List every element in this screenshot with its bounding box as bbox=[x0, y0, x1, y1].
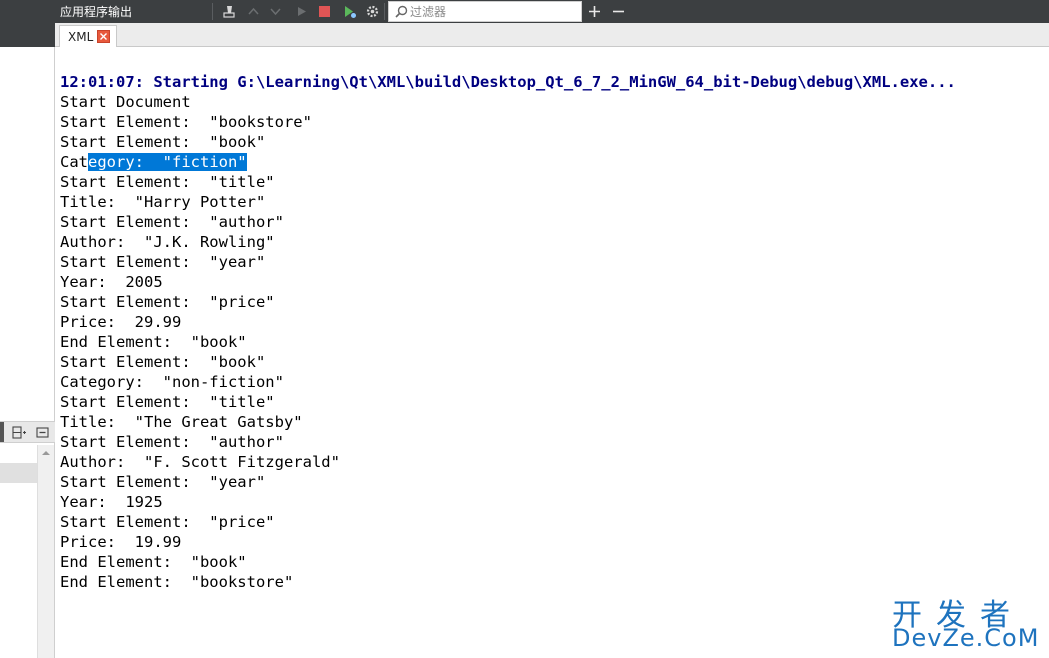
side-panel-toolbar bbox=[0, 421, 55, 443]
output-line: Category: "non-fiction" bbox=[60, 373, 284, 391]
output-line: End Element: "book" bbox=[60, 333, 247, 351]
side-panel-scrollbar[interactable] bbox=[37, 445, 54, 658]
output-toolbar: 应用程序输出 bbox=[0, 0, 1049, 23]
plus-icon[interactable] bbox=[585, 2, 604, 21]
close-icon[interactable] bbox=[97, 30, 111, 43]
output-line: Title: "Harry Potter" bbox=[60, 193, 266, 211]
close-panel-icon[interactable] bbox=[33, 423, 52, 442]
filter-field[interactable] bbox=[388, 1, 582, 22]
output-line: Price: 19.99 bbox=[60, 533, 182, 551]
side-panel-header bbox=[0, 23, 55, 47]
output-line: Category: "fiction" bbox=[60, 152, 956, 172]
stop-icon[interactable] bbox=[315, 2, 334, 21]
output-line: Start Element: "author" bbox=[60, 213, 284, 231]
output-lines: 12:01:07: Starting G:\Learning\Qt\XML\bu… bbox=[60, 72, 956, 592]
tab-xml[interactable]: XML bbox=[59, 25, 118, 47]
side-panel-edge bbox=[0, 422, 4, 442]
output-line: Price: 29.99 bbox=[60, 313, 182, 331]
output-line: Start Element: "year" bbox=[60, 473, 266, 491]
split-icon[interactable] bbox=[10, 423, 29, 442]
output-line: Start Element: "book" bbox=[60, 353, 266, 371]
output-line: Author: "J.K. Rowling" bbox=[60, 233, 275, 251]
minus-icon[interactable] bbox=[609, 2, 628, 21]
application-output[interactable]: 12:01:07: Starting G:\Learning\Qt\XML\bu… bbox=[56, 48, 1049, 658]
output-line: Start Element: "year" bbox=[60, 253, 266, 271]
toolbar-separator bbox=[384, 3, 385, 20]
output-line: Year: 2005 bbox=[60, 273, 163, 291]
output-line-text: Cat bbox=[60, 153, 88, 171]
output-line: Start Element: "price" bbox=[60, 513, 275, 531]
watermark-logo: 开发者 DevZe.CoM bbox=[892, 590, 1042, 652]
panel-title: 应用程序输出 bbox=[60, 5, 133, 19]
chevron-up-icon[interactable] bbox=[244, 2, 263, 21]
filter-input[interactable] bbox=[410, 2, 578, 21]
output-tabbar: XML bbox=[55, 23, 1049, 47]
toolbar-separator bbox=[212, 3, 213, 20]
gear-icon[interactable] bbox=[363, 2, 382, 21]
side-panel bbox=[0, 23, 55, 658]
run-icon[interactable] bbox=[292, 2, 311, 21]
chevron-down-icon[interactable] bbox=[266, 2, 285, 21]
output-header-line: 12:01:07: Starting G:\Learning\Qt\XML\bu… bbox=[60, 73, 956, 91]
selected-text: egory: "fiction" bbox=[88, 153, 247, 171]
search-icon bbox=[392, 3, 410, 21]
output-line: Start Element: "title" bbox=[60, 393, 275, 411]
output-line: Start Element: "bookstore" bbox=[60, 113, 312, 131]
output-line: Start Element: "book" bbox=[60, 133, 266, 151]
side-panel-row[interactable] bbox=[0, 463, 37, 483]
scroll-up-icon[interactable] bbox=[38, 447, 54, 459]
debug-run-icon[interactable] bbox=[340, 2, 359, 21]
tab-label: XML bbox=[68, 29, 94, 44]
output-line: Start Element: "title" bbox=[60, 173, 275, 191]
watermark-line2: DevZe.CoM bbox=[892, 624, 1040, 652]
output-line: Start Element: "price" bbox=[60, 293, 275, 311]
output-line: Year: 1925 bbox=[60, 493, 163, 511]
output-line: End Element: "book" bbox=[60, 553, 247, 571]
output-line: Start Element: "author" bbox=[60, 433, 284, 451]
output-line: Start Document bbox=[60, 93, 191, 111]
output-line: End Element: "bookstore" bbox=[60, 573, 294, 591]
output-line: Title: "The Great Gatsby" bbox=[60, 413, 303, 431]
output-line: Author: "F. Scott Fitzgerald" bbox=[60, 453, 340, 471]
clear-output-icon[interactable] bbox=[220, 2, 239, 21]
